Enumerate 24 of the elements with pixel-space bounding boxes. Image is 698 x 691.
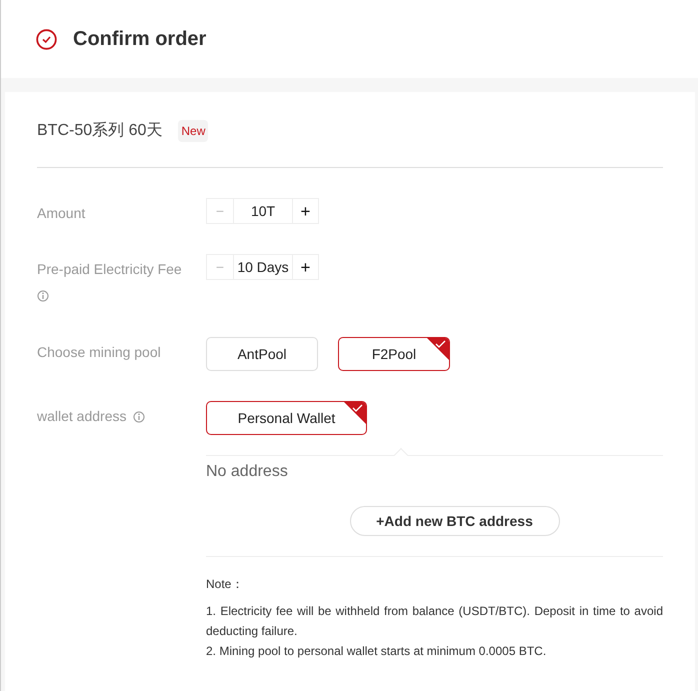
add-address-button[interactable]: +Add new BTC address — [350, 506, 560, 536]
info-icon — [37, 290, 49, 302]
check-corner-icon — [427, 338, 449, 360]
option-button[interactable]: AntPool — [206, 337, 318, 371]
field-label: wallet address — [37, 407, 126, 426]
plus-button[interactable]: + — [293, 255, 318, 279]
field-label: Choose mining pool — [37, 343, 162, 362]
note-text: 1. Electricity fee will be withheld from balance (USDT/BTC). Deposit in time to avoid deducting failure. — [206, 603, 663, 640]
stepper-value[interactable]: 10 Days — [233, 255, 293, 279]
option-button[interactable]: F2Pool — [338, 337, 450, 371]
page-title: Confirm order — [73, 27, 206, 52]
stepper-value[interactable]: 10T — [233, 199, 293, 223]
empty-address-text: No address — [206, 462, 289, 482]
note-text: 2. Mining pool to personal wallet starts at minimum 0.0005 BTC. — [206, 643, 548, 660]
field-label: Pre-paid Electricity Fee — [37, 260, 183, 279]
plus-button[interactable]: + — [293, 199, 318, 223]
info-icon — [132, 410, 144, 422]
check-corner-icon — [344, 402, 366, 424]
check-circle-icon — [36, 28, 57, 50]
note-title: Note： — [206, 576, 244, 593]
field-label: Amount — [37, 204, 86, 223]
option-button[interactable]: Personal Wallet — [206, 401, 367, 435]
product-name: BTC-50系列 60天 — [37, 120, 162, 140]
new-badge: New — [178, 120, 208, 142]
